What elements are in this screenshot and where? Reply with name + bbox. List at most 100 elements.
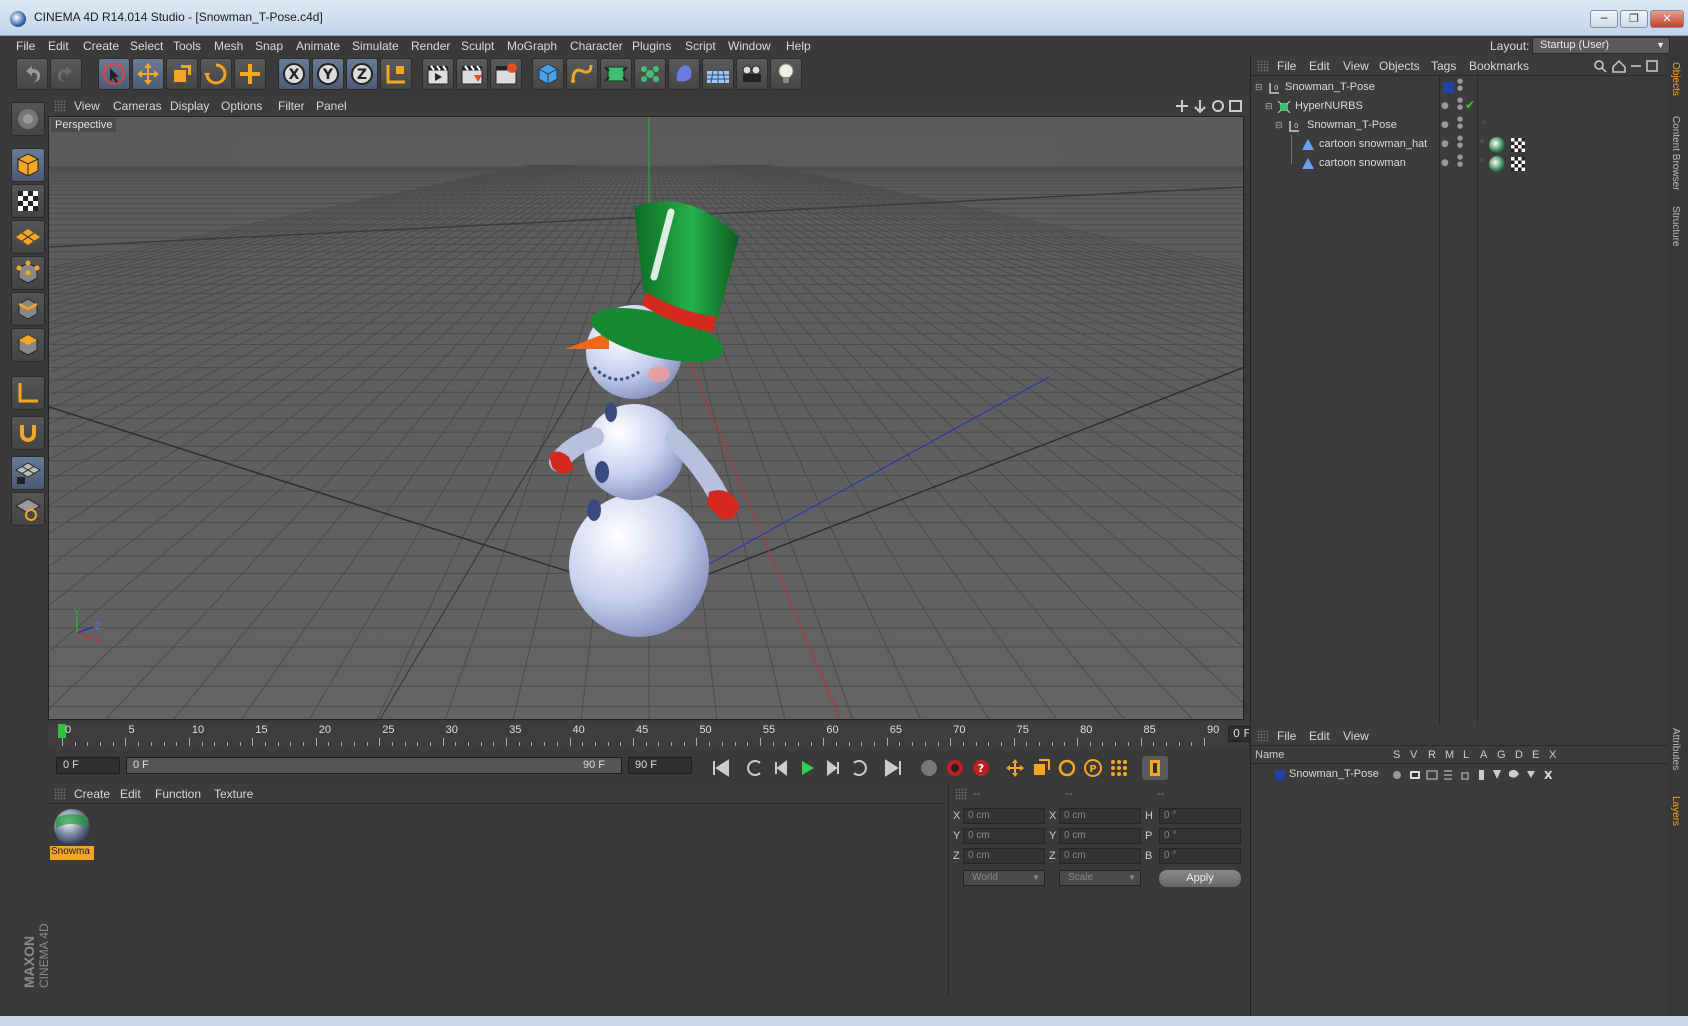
scale-select[interactable]: Scale ▼ (1059, 870, 1141, 886)
viewport-nav-icons[interactable] (1176, 98, 1246, 114)
layer-row[interactable]: Snowman_T-Pose X (1251, 766, 1667, 784)
record-scale-button[interactable] (1028, 756, 1054, 780)
start-frame-field[interactable]: 0 F (56, 757, 120, 774)
record-parameter-button[interactable]: P (1080, 756, 1106, 780)
col-generators[interactable]: G (1497, 749, 1506, 761)
texture-tag-icon[interactable] (1511, 157, 1525, 171)
tag-dots-icon[interactable]: ⁖ (1479, 137, 1484, 146)
object-manager-tool-icons[interactable] (1593, 58, 1665, 74)
edges-mode-button[interactable] (11, 292, 45, 326)
rotate-button[interactable] (200, 58, 232, 90)
timeline-window-button[interactable] (1142, 756, 1168, 780)
material-menu-create[interactable]: Create (74, 787, 110, 801)
material-menu-function[interactable]: Function (155, 787, 201, 801)
menu-simulate[interactable]: Simulate (352, 39, 399, 53)
motion-record-button[interactable] (916, 756, 942, 780)
material-menu-texture[interactable]: Texture (214, 787, 253, 801)
visibility-dots-icon[interactable]: ● ● (1457, 116, 1463, 130)
move-button[interactable] (132, 58, 164, 90)
checkmark-icon[interactable]: ✔ (1465, 98, 1475, 112)
close-button[interactable]: ✕ (1650, 10, 1684, 28)
col-solo[interactable]: S (1393, 749, 1400, 761)
menu-window[interactable]: Window (728, 39, 771, 53)
col-xref[interactable]: X (1549, 749, 1556, 761)
pos-y-field[interactable]: 0 cm (963, 828, 1045, 844)
menu-help[interactable]: Help (786, 39, 811, 53)
obj-menu-file[interactable]: File (1277, 59, 1296, 73)
menu-script[interactable]: Script (685, 39, 716, 53)
undo-button[interactable] (16, 58, 48, 90)
restore-button[interactable]: ❐ (1620, 10, 1648, 28)
layout-select[interactable]: Startup (User) ▼ (1532, 37, 1670, 54)
visibility-dots-icon[interactable]: ● ● (1457, 154, 1463, 168)
col-expressions[interactable]: E (1532, 749, 1539, 761)
obj-menu-view[interactable]: View (1343, 59, 1369, 73)
workplane-mode-button[interactable] (11, 220, 45, 254)
z-axis-lock-button[interactable]: Z (346, 58, 378, 90)
deformer-button[interactable] (668, 58, 700, 90)
collapse-icon[interactable]: ⊟ (1255, 83, 1263, 93)
apply-button[interactable]: Apply (1159, 870, 1241, 887)
visibility-dots-icon[interactable]: ● ● (1457, 97, 1463, 111)
frame-range-slider[interactable]: 0 F 90 F (126, 757, 622, 774)
collapse-icon[interactable]: ⊟ (1275, 121, 1283, 131)
material-menu-edit[interactable]: Edit (120, 787, 141, 801)
polygons-mode-button[interactable] (11, 328, 45, 362)
workplane-lock-button[interactable] (11, 456, 45, 490)
x-axis-lock-button[interactable]: X (278, 58, 310, 90)
menu-snap[interactable]: Snap (255, 39, 283, 53)
object-row[interactable]: ⊟ HyperNURBS ● ● ● ✔ (1251, 97, 1667, 117)
size-z-field[interactable]: 0 cm (1059, 848, 1141, 864)
axis-mode-button[interactable] (11, 376, 45, 410)
timeline-ruler[interactable]: 0 5 10 15 20 25 30 35 40 45 50 55 60 65 70 75 80 85 90 0 F (48, 722, 1292, 750)
rot-p-field[interactable]: 0 ° (1159, 828, 1241, 844)
col-locked[interactable]: L (1463, 749, 1469, 761)
menu-create[interactable]: Create (83, 39, 119, 53)
texture-tag-icon[interactable] (1511, 138, 1525, 152)
tag-dots-icon[interactable]: ⁖ (1481, 118, 1486, 127)
material-tag-icon[interactable] (1489, 156, 1505, 172)
minimize-button[interactable]: ─ (1590, 10, 1618, 28)
mograph-cloner-button[interactable] (634, 58, 666, 90)
spline-button[interactable] (566, 58, 598, 90)
object-row[interactable]: cartoon snowman_hat ● ● ● ⁖ (1251, 135, 1667, 155)
goto-start-button[interactable] (708, 756, 734, 780)
obj-menu-bookmarks[interactable]: Bookmarks (1469, 59, 1529, 73)
redo-button[interactable] (50, 58, 82, 90)
viewport-menu-cameras[interactable]: Cameras (113, 99, 162, 113)
end-frame-field[interactable]: 90 F (628, 757, 692, 774)
goto-next-key-button[interactable] (846, 756, 872, 780)
layer-menu-view[interactable]: View (1343, 729, 1369, 743)
record-position-button[interactable] (1002, 756, 1028, 780)
menu-mograph[interactable]: MoGraph (507, 39, 557, 53)
layer-menu-file[interactable]: File (1277, 729, 1296, 743)
floor-environment-button[interactable] (702, 58, 734, 90)
size-x-field[interactable]: 0 cm (1059, 808, 1141, 824)
perspective-viewport[interactable]: Y Z X Perspective (48, 116, 1244, 720)
viewport-menu-options[interactable]: Options (221, 99, 262, 113)
obj-menu-objects[interactable]: Objects (1379, 59, 1420, 73)
play-button[interactable] (794, 756, 820, 780)
material-tag-icon[interactable] (1489, 137, 1505, 153)
world-select[interactable]: World ▼ (963, 870, 1045, 886)
camera-button[interactable] (736, 58, 768, 90)
tab-attributes[interactable]: Attributes (1670, 728, 1681, 770)
next-frame-button[interactable] (820, 756, 846, 780)
render-picture-viewer-button[interactable] (456, 58, 488, 90)
record-point-level-button[interactable] (1106, 756, 1132, 780)
menu-render[interactable]: Render (411, 39, 450, 53)
locked-workplane-button[interactable] (11, 492, 45, 526)
col-view[interactable]: V (1410, 749, 1417, 761)
tab-objects[interactable]: Objects (1670, 62, 1681, 96)
model-mode-button[interactable] (11, 148, 45, 182)
autokey-button[interactable] (942, 756, 968, 780)
tab-layers[interactable]: Layers (1670, 796, 1681, 826)
object-row[interactable]: cartoon snowman ● ● ● ⁖ (1251, 154, 1667, 174)
layer-menu-edit[interactable]: Edit (1309, 729, 1330, 743)
live-selection-button[interactable] (98, 58, 130, 90)
obj-menu-tags[interactable]: Tags (1431, 59, 1456, 73)
viewport-menu-filter[interactable]: Filter (278, 99, 305, 113)
col-animation[interactable]: A (1480, 749, 1487, 761)
pos-x-field[interactable]: 0 cm (963, 808, 1045, 824)
menu-tools[interactable]: Tools (173, 39, 201, 53)
